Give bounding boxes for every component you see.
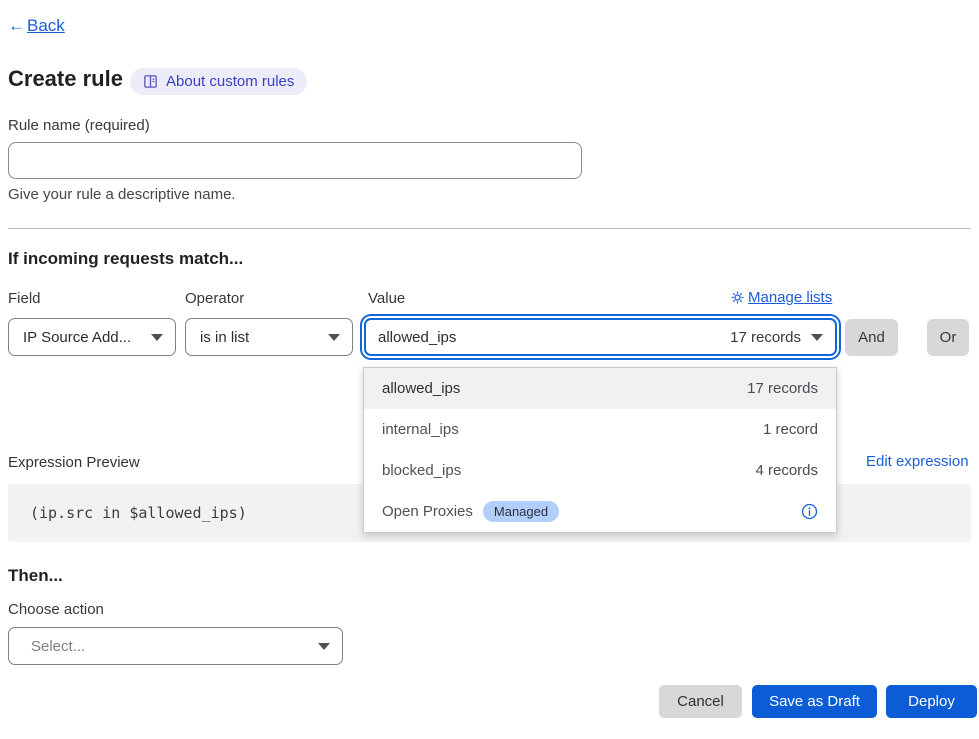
rule-name-helper: Give your rule a descriptive name. [8,186,236,203]
operator-select-value: is in list [200,329,249,346]
value-select-count: 17 records [730,329,801,346]
match-section-heading: If incoming requests match... [8,249,243,269]
chevron-down-icon [811,334,823,341]
list-item-name: internal_ips [382,421,459,438]
value-label: Value [368,290,405,307]
list-item-count: 1 record [763,421,818,438]
then-section-heading: Then... [8,566,63,586]
expression-preview-label: Expression Preview [8,454,140,471]
value-select-name: allowed_ips [378,329,456,346]
edit-expression-link[interactable]: Edit expression [866,453,969,470]
action-select-placeholder: Select... [31,638,85,655]
save-as-draft-button[interactable]: Save as Draft [752,685,877,718]
book-icon [143,74,158,89]
page-title: Create rule [8,66,123,92]
expression-code: (ip.src in $allowed_ips) [30,504,247,522]
field-label: Field [8,290,41,307]
managed-badge: Managed [483,501,559,522]
list-item-open-proxies[interactable]: Open Proxies Managed [364,491,836,532]
chevron-down-icon [328,334,340,341]
field-select-value: IP Source Add... [23,329,131,346]
info-icon[interactable] [801,503,818,520]
chevron-down-icon [318,643,330,650]
manage-lists-label: Manage lists [748,289,832,306]
and-button[interactable]: And [845,319,898,356]
back-label: Back [27,16,65,36]
action-select[interactable]: Select... [8,627,343,665]
operator-select[interactable]: is in list [185,318,353,356]
list-item-count: 17 records [747,380,818,397]
list-item-name: Open Proxies [382,503,473,520]
about-custom-rules-link[interactable]: About custom rules [130,68,307,95]
list-item-name: blocked_ips [382,462,461,479]
cancel-button[interactable]: Cancel [659,685,742,718]
field-select[interactable]: IP Source Add... [8,318,176,356]
choose-action-label: Choose action [8,601,104,618]
list-item-name: allowed_ips [382,380,460,397]
or-button[interactable]: Or [927,319,969,356]
list-item-allowed-ips[interactable]: allowed_ips 17 records [364,368,836,409]
list-item-internal-ips[interactable]: internal_ips 1 record [364,409,836,450]
deploy-button[interactable]: Deploy [886,685,977,718]
list-item-blocked-ips[interactable]: blocked_ips 4 records [364,450,836,491]
value-dropdown-panel: allowed_ips 17 records internal_ips 1 re… [363,367,837,533]
section-divider [8,228,971,229]
value-select[interactable]: allowed_ips 17 records [364,318,837,356]
operator-label: Operator [185,290,244,307]
rule-name-label: Rule name (required) [8,117,150,134]
back-arrow-icon: ← [8,16,25,36]
list-item-count: 4 records [755,462,818,479]
rule-name-input[interactable] [8,142,582,179]
about-custom-rules-label: About custom rules [166,73,294,90]
gear-icon [731,291,744,304]
back-link[interactable]: ←Back [8,16,65,36]
manage-lists-link[interactable]: Manage lists [731,289,832,306]
chevron-down-icon [151,334,163,341]
